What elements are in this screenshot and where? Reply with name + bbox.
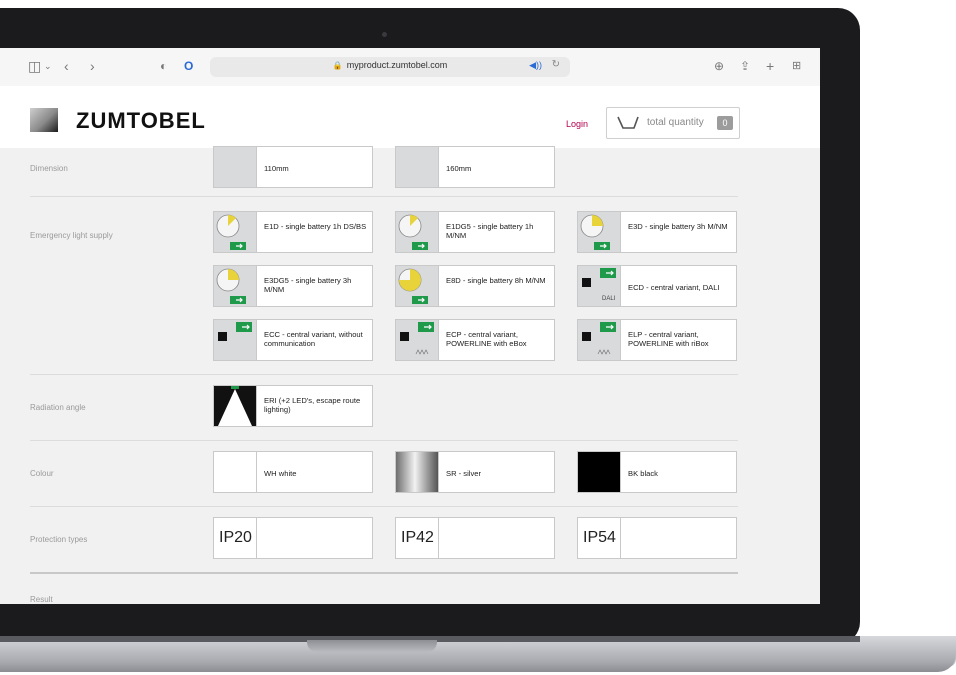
site-header: ZUMTOBEL Login total quantity 0: [0, 86, 820, 148]
divider: [256, 518, 257, 558]
option-label: BK black: [628, 469, 658, 478]
option-black[interactable]: BK black: [577, 451, 737, 493]
cart-icon: [617, 116, 639, 129]
section-label: Radiation angle: [30, 403, 86, 412]
beam-thumbnail: [214, 386, 257, 426]
sidebar-icon[interactable]: ◫: [28, 58, 41, 74]
ip-rating: IP54: [583, 529, 616, 546]
central-thumbnail: DALI: [578, 266, 621, 306]
option-ecp[interactable]: ECP - central variant, POWERLINE with eB…: [395, 319, 555, 361]
result-divider: [30, 572, 738, 574]
option-label: E8D - single battery 8h M/NM: [446, 276, 546, 285]
total-quantity-label: total quantity: [647, 117, 704, 128]
dali-badge: DALI: [602, 296, 616, 302]
option-e1dg5[interactable]: E1DG5 - single battery 1h M/NM: [395, 211, 555, 253]
option-silver[interactable]: SR - silver: [395, 451, 555, 493]
battery-thumbnail: [396, 212, 439, 252]
option-label: WH white: [264, 469, 297, 478]
browser-toolbar: ◫ ⌄ ‹ › ◐ O 🔒 myproduct.zumtobel.com ◀)) …: [0, 48, 820, 87]
shield-icon[interactable]: ◐: [160, 58, 167, 74]
camera-icon: [382, 32, 387, 37]
divider: [438, 518, 439, 558]
option-label: E3D - single battery 3h M/NM: [628, 222, 728, 231]
brand-name[interactable]: ZUMTOBEL: [76, 108, 206, 134]
colour-swatch-silver: [396, 452, 439, 492]
login-link[interactable]: Login: [566, 119, 588, 129]
forward-icon[interactable]: ›: [90, 58, 95, 74]
audio-icon[interactable]: ◀)): [529, 60, 542, 71]
colour-swatch-white: [214, 452, 257, 492]
option-160mm[interactable]: 160mm: [395, 146, 555, 188]
chevron-down-icon[interactable]: ⌄: [44, 58, 52, 74]
option-ip20[interactable]: IP20: [213, 517, 373, 559]
option-ip42[interactable]: IP42: [395, 517, 555, 559]
option-label: ECC - central variant, without communica…: [264, 330, 363, 348]
lock-icon: 🔒: [332, 61, 343, 70]
option-label: 110mm: [264, 164, 289, 173]
ip-rating: IP20: [219, 529, 252, 546]
option-label: E1D - single battery 1h DS/BS: [264, 222, 367, 231]
option-thumbnail: [214, 147, 257, 187]
tabs-overview-icon[interactable]: ⊞: [792, 58, 801, 74]
central-thumbnail: [396, 320, 439, 360]
section-colour: Colour WH white SR - silver BK black: [30, 440, 738, 507]
ip-rating: IP42: [401, 529, 434, 546]
option-thumbnail: [396, 147, 439, 187]
laptop-notch: [307, 640, 437, 652]
section-dimension: Dimension 110mm 160mm: [30, 146, 738, 196]
extension-icon[interactable]: O: [184, 58, 193, 74]
option-elp[interactable]: ELP - central variant, POWERLINE with ri…: [577, 319, 737, 361]
option-e1d[interactable]: E1D - single battery 1h DS/BS: [213, 211, 373, 253]
section-label: Dimension: [30, 164, 68, 173]
option-label: SR - silver: [446, 469, 482, 478]
option-ecc[interactable]: ECC - central variant, without communica…: [213, 319, 373, 361]
central-thumbnail: [578, 320, 621, 360]
result-label: Result: [30, 595, 53, 604]
option-e3d[interactable]: E3D - single battery 3h M/NM: [577, 211, 737, 253]
battery-thumbnail: [578, 212, 621, 252]
download-icon[interactable]: ⊕: [714, 58, 724, 74]
option-label: 160mm: [446, 164, 472, 173]
screen: ◫ ⌄ ‹ › ◐ O 🔒 myproduct.zumtobel.com ◀)) …: [0, 48, 820, 604]
option-ecd[interactable]: DALI ECD - central variant, DALI: [577, 265, 737, 307]
option-white[interactable]: WH white: [213, 451, 373, 493]
share-icon[interactable]: ⇪: [740, 58, 750, 74]
option-label: ERI (+2 LED's, escape route lighting): [264, 396, 361, 414]
option-e3dg5[interactable]: E3DG5 - single battery 3h M/NM: [213, 265, 373, 307]
option-label: ECP - central variant, POWERLINE with eB…: [446, 330, 527, 348]
section-protection-types: Protection types IP20 IP42 IP54: [30, 506, 738, 573]
section-emergency-light-supply: Emergency light supply E1D - single batt…: [30, 196, 738, 375]
option-eri[interactable]: ERI (+2 LED's, escape route lighting): [213, 385, 373, 427]
section-label: Protection types: [30, 535, 88, 544]
option-label: ECD - central variant, DALI: [628, 283, 720, 292]
section-radiation-angle: Radiation angle ERI (+2 LED's, escape ro…: [30, 374, 738, 441]
section-label: Colour: [30, 469, 54, 478]
option-e8d[interactable]: E8D - single battery 8h M/NM: [395, 265, 555, 307]
zumtobel-logo-mark[interactable]: [30, 108, 58, 132]
central-thumbnail: [214, 320, 257, 360]
back-icon[interactable]: ‹: [64, 58, 69, 74]
option-ip54[interactable]: IP54: [577, 517, 737, 559]
new-tab-icon[interactable]: +: [766, 58, 774, 74]
option-110mm[interactable]: 110mm: [213, 146, 373, 188]
battery-thumbnail: [396, 266, 439, 306]
total-quantity-count: 0: [717, 116, 733, 130]
reload-icon[interactable]: ↻: [552, 59, 560, 70]
option-label: ELP - central variant, POWERLINE with ri…: [628, 330, 709, 348]
url-text: myproduct.zumtobel.com: [346, 60, 448, 70]
colour-swatch-black: [578, 452, 621, 492]
option-label: E3DG5 - single battery 3h M/NM: [264, 276, 352, 294]
address-bar[interactable]: 🔒 myproduct.zumtobel.com ◀)) ↻: [210, 57, 570, 77]
section-label: Emergency light supply: [30, 231, 113, 240]
total-quantity-button[interactable]: total quantity 0: [606, 107, 740, 139]
battery-thumbnail: [214, 212, 257, 252]
battery-thumbnail: [214, 266, 257, 306]
divider: [620, 518, 621, 558]
option-label: E1DG5 - single battery 1h M/NM: [446, 222, 534, 240]
